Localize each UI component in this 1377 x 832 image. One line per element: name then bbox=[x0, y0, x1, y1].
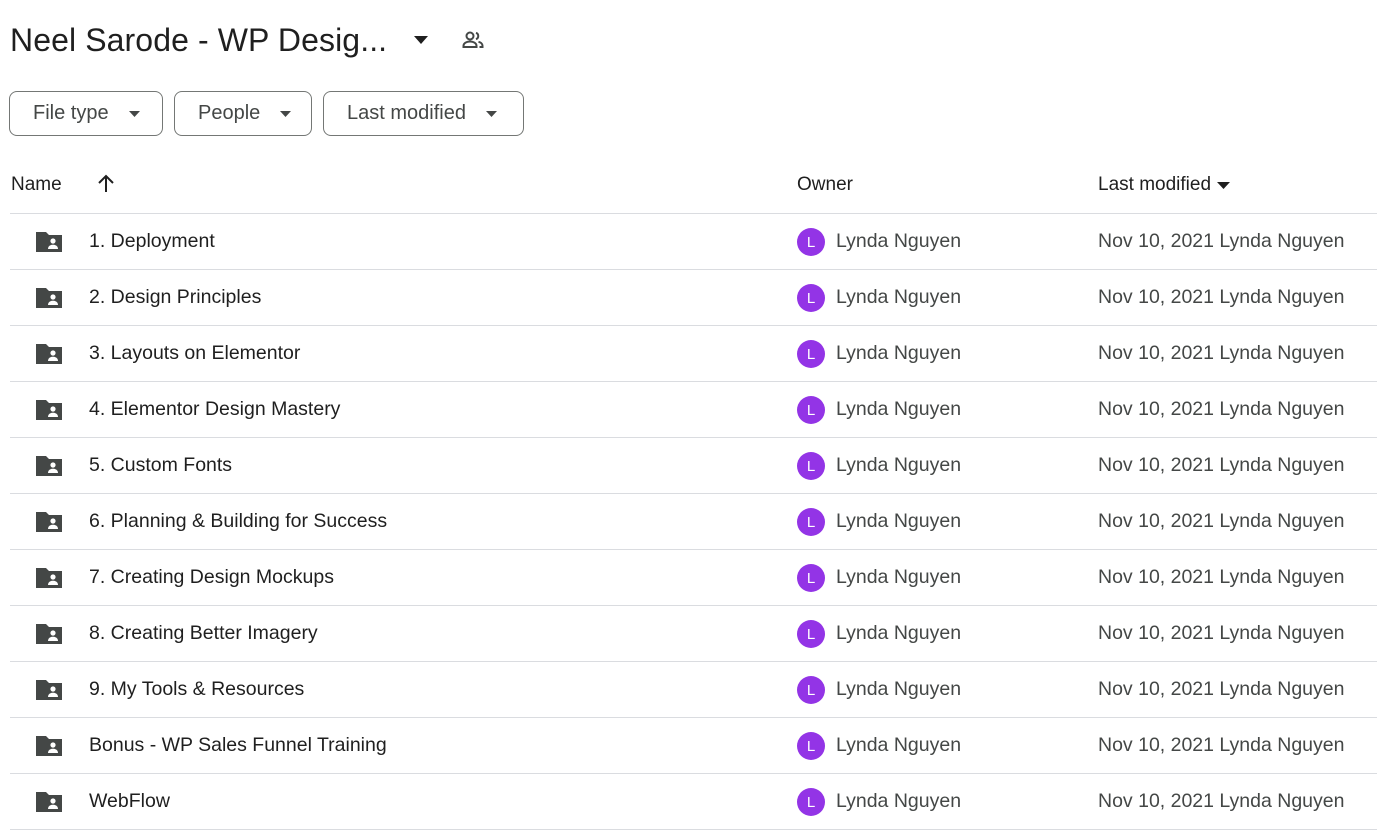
owner-name: Lynda Nguyen bbox=[836, 230, 962, 252]
last-modified: Nov 10, 2021 Lynda Nguyen bbox=[1098, 510, 1345, 532]
owner-name: Lynda Nguyen bbox=[836, 342, 962, 364]
file-name[interactable]: 2. Design Principles bbox=[89, 286, 261, 309]
owner-name: Lynda Nguyen bbox=[836, 790, 962, 812]
arrow-drop-down-icon bbox=[485, 110, 497, 117]
avatar: L bbox=[797, 676, 825, 704]
table-row[interactable]: 7. Creating Design Mockups L Lynda Nguye… bbox=[10, 550, 1377, 606]
table-row[interactable]: 1. Deployment L Lynda Nguyen Nov 10, 202… bbox=[10, 214, 1377, 270]
owner-name: Lynda Nguyen bbox=[836, 286, 962, 308]
shared-folder-icon bbox=[34, 454, 64, 478]
folder-header: Neel Sarode - WP Desig... bbox=[10, 18, 487, 62]
shared-folder-icon bbox=[34, 790, 64, 814]
file-name[interactable]: 9. My Tools & Resources bbox=[89, 678, 304, 701]
table-row[interactable]: 9. My Tools & Resources L Lynda Nguyen N… bbox=[10, 662, 1377, 718]
avatar: L bbox=[797, 340, 825, 368]
column-header-label: Last modified bbox=[1098, 174, 1212, 195]
people-filter[interactable]: People bbox=[174, 91, 312, 136]
last-modified-filter[interactable]: Last modified bbox=[323, 91, 524, 136]
column-header-name[interactable]: Name bbox=[11, 174, 62, 196]
arrow-drop-down-icon bbox=[1217, 181, 1231, 189]
owner-name: Lynda Nguyen bbox=[836, 454, 962, 476]
file-list: 1. Deployment L Lynda Nguyen Nov 10, 202… bbox=[10, 214, 1377, 830]
owner-name: Lynda Nguyen bbox=[836, 622, 962, 644]
table-row[interactable]: WebFlow L Lynda Nguyen Nov 10, 2021 Lynd… bbox=[10, 774, 1377, 830]
file-name[interactable]: 4. Elementor Design Mastery bbox=[89, 398, 340, 421]
file-type-filter[interactable]: File type bbox=[9, 91, 163, 136]
last-modified: Nov 10, 2021 Lynda Nguyen bbox=[1098, 622, 1345, 644]
table-row[interactable]: 6. Planning & Building for Success L Lyn… bbox=[10, 494, 1377, 550]
last-modified: Nov 10, 2021 Lynda Nguyen bbox=[1098, 678, 1345, 700]
last-modified: Nov 10, 2021 Lynda Nguyen bbox=[1098, 286, 1345, 308]
avatar: L bbox=[797, 620, 825, 648]
avatar: L bbox=[797, 564, 825, 592]
shared-folder-icon bbox=[34, 678, 64, 702]
owner-name: Lynda Nguyen bbox=[836, 734, 962, 756]
avatar: L bbox=[797, 452, 825, 480]
file-name[interactable]: 3. Layouts on Elementor bbox=[89, 342, 300, 365]
table-header: Name Owner Last modified bbox=[10, 164, 1377, 214]
table-row[interactable]: 5. Custom Fonts L Lynda Nguyen Nov 10, 2… bbox=[10, 438, 1377, 494]
drive-folder-view: Neel Sarode - WP Desig... File type Peop… bbox=[0, 0, 1377, 832]
arrow-drop-down-icon bbox=[280, 110, 292, 117]
shared-folder-icon bbox=[34, 342, 64, 366]
chip-label: People bbox=[198, 102, 261, 124]
shared-folder-icon bbox=[34, 734, 64, 758]
last-modified: Nov 10, 2021 Lynda Nguyen bbox=[1098, 230, 1345, 252]
file-name[interactable]: WebFlow bbox=[89, 790, 170, 813]
shared-folder-icon bbox=[34, 622, 64, 646]
shared-folder-icon bbox=[34, 230, 64, 254]
shared-folder-icon bbox=[34, 566, 64, 590]
arrow-upward-icon[interactable] bbox=[94, 172, 118, 196]
avatar: L bbox=[797, 228, 825, 256]
file-name[interactable]: 8. Creating Better Imagery bbox=[89, 622, 318, 645]
file-name[interactable]: 7. Creating Design Mockups bbox=[89, 566, 334, 589]
arrow-drop-down-icon[interactable] bbox=[407, 26, 435, 54]
file-name[interactable]: 6. Planning & Building for Success bbox=[89, 510, 387, 533]
column-header-last-modified[interactable]: Last modified bbox=[1098, 174, 1231, 196]
people-icon[interactable] bbox=[459, 26, 487, 54]
avatar: L bbox=[797, 508, 825, 536]
table-row[interactable]: 2. Design Principles L Lynda Nguyen Nov … bbox=[10, 270, 1377, 326]
owner-name: Lynda Nguyen bbox=[836, 398, 962, 420]
avatar: L bbox=[797, 732, 825, 760]
table-row[interactable]: 3. Layouts on Elementor L Lynda Nguyen N… bbox=[10, 326, 1377, 382]
owner-name: Lynda Nguyen bbox=[836, 510, 962, 532]
filter-bar: File type People Last modified bbox=[9, 91, 524, 136]
last-modified: Nov 10, 2021 Lynda Nguyen bbox=[1098, 734, 1345, 756]
file-name[interactable]: 5. Custom Fonts bbox=[89, 454, 232, 477]
shared-folder-icon bbox=[34, 510, 64, 534]
file-name[interactable]: 1. Deployment bbox=[89, 230, 215, 253]
last-modified: Nov 10, 2021 Lynda Nguyen bbox=[1098, 454, 1345, 476]
last-modified: Nov 10, 2021 Lynda Nguyen bbox=[1098, 790, 1345, 812]
folder-title[interactable]: Neel Sarode - WP Desig... bbox=[10, 22, 387, 59]
last-modified: Nov 10, 2021 Lynda Nguyen bbox=[1098, 342, 1345, 364]
column-header-owner: Owner bbox=[797, 174, 853, 195]
avatar: L bbox=[797, 788, 825, 816]
last-modified: Nov 10, 2021 Lynda Nguyen bbox=[1098, 398, 1345, 420]
arrow-drop-down-icon bbox=[128, 110, 140, 117]
chip-label: Last modified bbox=[347, 102, 466, 124]
shared-folder-icon bbox=[34, 398, 64, 422]
owner-name: Lynda Nguyen bbox=[836, 678, 962, 700]
table-row[interactable]: Bonus - WP Sales Funnel Training L Lynda… bbox=[10, 718, 1377, 774]
table-row[interactable]: 4. Elementor Design Mastery L Lynda Nguy… bbox=[10, 382, 1377, 438]
table-row[interactable]: 8. Creating Better Imagery L Lynda Nguye… bbox=[10, 606, 1377, 662]
chip-label: File type bbox=[33, 102, 109, 124]
avatar: L bbox=[797, 396, 825, 424]
owner-name: Lynda Nguyen bbox=[836, 566, 962, 588]
last-modified: Nov 10, 2021 Lynda Nguyen bbox=[1098, 566, 1345, 588]
shared-folder-icon bbox=[34, 286, 64, 310]
avatar: L bbox=[797, 284, 825, 312]
file-name[interactable]: Bonus - WP Sales Funnel Training bbox=[89, 734, 387, 757]
